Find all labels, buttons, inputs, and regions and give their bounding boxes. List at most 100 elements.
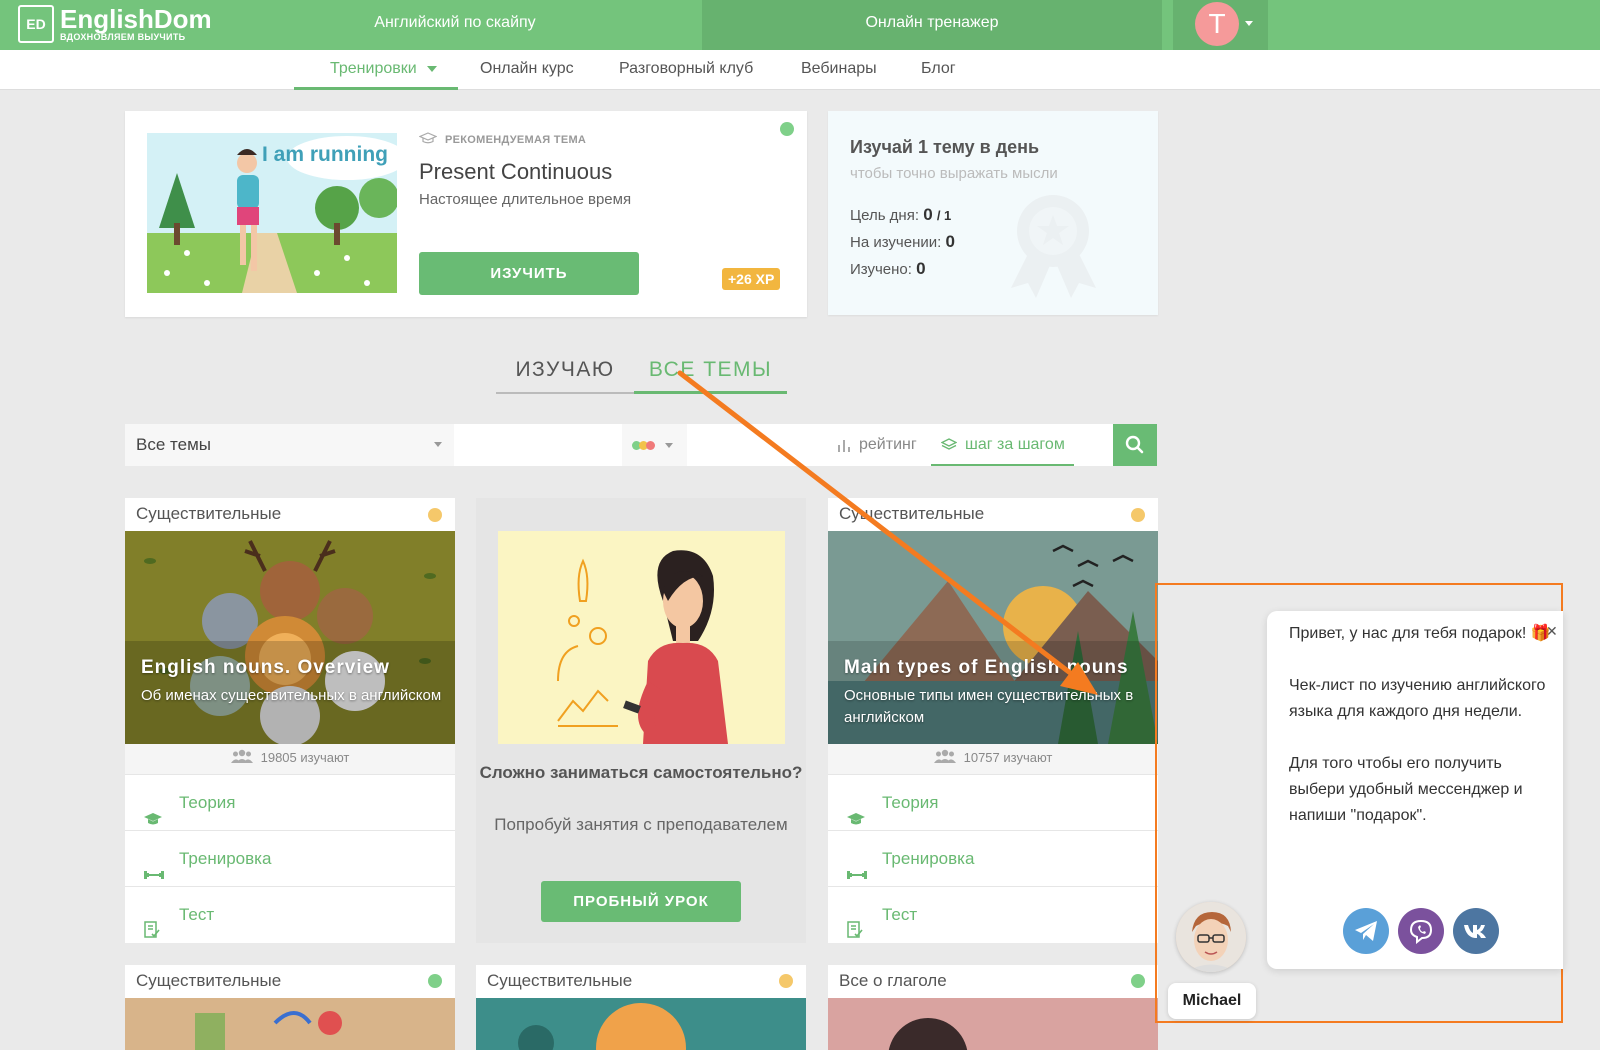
featured-title: Present Continuous <box>419 159 613 184</box>
people-icon <box>230 745 253 773</box>
agent-avatar[interactable] <box>1176 902 1246 972</box>
goal-subtitle: чтобы точно выражать мысли <box>850 165 1058 182</box>
topic-card[interactable]: Существительные <box>476 965 806 1050</box>
recommended-label: РЕКОМЕНДУЕМАЯ ТЕМА <box>418 132 586 147</box>
subnav-speaking-club[interactable]: Разговорный клуб <box>619 50 753 90</box>
topic-description: Основные типы имен существительных в анг… <box>844 687 1134 726</box>
subnav-webinars[interactable]: Вебинары <box>801 50 877 90</box>
card-category: Существительные <box>839 504 985 523</box>
viber-button[interactable] <box>1398 908 1444 954</box>
topic-title: English nouns. Overview <box>141 657 390 678</box>
agent-name: Michael <box>1168 983 1256 1019</box>
status-dot <box>1131 508 1145 522</box>
topic-image <box>828 998 1158 1050</box>
nav-online-trainer[interactable]: Онлайн тренажер <box>702 0 1162 50</box>
chat-message: Привет, у нас для тебя подарок! 🎁 Чек-ли… <box>1289 621 1554 855</box>
card-category: Существительные <box>487 971 633 990</box>
topic-description: Об именах существительных в английском <box>141 687 442 704</box>
search-icon <box>1125 435 1144 454</box>
topic-title: Main types of English nouns <box>844 657 1129 678</box>
goal-studying: На изучении: 0 <box>850 232 955 251</box>
test-link[interactable]: Тест <box>125 886 455 942</box>
training-link[interactable]: Тренировка <box>828 830 1158 886</box>
test-link[interactable]: Тест <box>828 886 1158 942</box>
tab-all-topics[interactable]: ВСЕ ТЕМЫ <box>634 358 787 394</box>
trial-lesson-button[interactable]: ПРОБНЫЙ УРОК <box>541 881 741 922</box>
chevron-down-icon[interactable] <box>1245 21 1253 26</box>
vk-icon <box>1464 925 1486 938</box>
telegram-button[interactable] <box>1343 908 1389 954</box>
sub-nav: Тренировки Онлайн курс Разговорный клуб … <box>0 50 1600 90</box>
trial-lesson-card: Сложно заниматься самостоятельно? Попроб… <box>476 498 806 943</box>
goal-title: Изучай 1 тему в день <box>850 137 1040 157</box>
chevron-down-icon <box>426 65 437 72</box>
chat-popup: ✕ Привет, у нас для тебя подарок! 🎁 Чек-… <box>1267 611 1563 969</box>
promo-subtitle: Попробуй занятия с преподавателем <box>494 815 788 834</box>
chat-paragraph: Для того чтобы его получить выбери удобн… <box>1289 755 1523 824</box>
goal-day: Цель дня: 0 / 1 <box>850 205 952 224</box>
topic-image <box>476 998 806 1050</box>
user-menu[interactable]: T <box>1173 0 1268 50</box>
study-button[interactable]: ИЗУЧИТЬ <box>419 252 639 295</box>
level-dot-hard <box>646 441 655 450</box>
status-dot <box>428 974 442 988</box>
featured-image-caption: I am running <box>262 143 388 166</box>
checklist-icon <box>846 906 864 943</box>
subnav-blog[interactable]: Блог <box>921 50 956 90</box>
chevron-down-icon <box>665 443 673 448</box>
logo-icon: ED <box>18 5 54 43</box>
status-dot <box>780 122 794 136</box>
medal-icon <box>996 193 1111 303</box>
status-dot <box>428 508 442 522</box>
viber-icon <box>1409 919 1433 944</box>
topic-image: English nouns. Overview Об именах сущест… <box>125 531 455 744</box>
topic-image <box>125 998 455 1050</box>
teacher-illustration <box>498 531 785 744</box>
topic-card[interactable]: Существительные <box>125 965 455 1050</box>
category-select[interactable]: Все темы <box>125 424 454 466</box>
checklist-icon <box>143 906 161 943</box>
promo-title: Сложно заниматься самостоятельно? <box>479 763 803 782</box>
vk-button[interactable] <box>1453 908 1499 954</box>
topic-card[interactable]: Все о глаголе <box>828 965 1158 1050</box>
featured-topic-image: I am running <box>147 133 397 293</box>
subnav-trainings[interactable]: Тренировки <box>294 50 458 90</box>
card-category: Все о глаголе <box>839 971 947 990</box>
chat-greeting: Привет, у нас для тебя подарок! 🎁 <box>1289 625 1551 642</box>
xp-badge: +26 XP <box>722 268 781 290</box>
subnav-online-course[interactable]: Онлайн курс <box>480 50 574 90</box>
top-bar: ED EnglishDom ВДОХНОВЛЯЕМ ВЫУЧИТЬ Англий… <box>0 0 1600 50</box>
chat-paragraph: Чек-лист по изучению английского языка д… <box>1289 677 1546 720</box>
layers-icon <box>940 438 958 450</box>
search-button[interactable] <box>1113 424 1157 466</box>
learners-count: 19805 изучают <box>125 744 455 774</box>
nav-skype[interactable]: Английский по скайпу <box>290 0 620 50</box>
logo-title: EnglishDom <box>60 4 212 34</box>
filter-bar: Все темы рейтинг шаг за шагом <box>125 424 1157 466</box>
sort-step-by-step[interactable]: шаг за шагом <box>931 424 1074 466</box>
tab-studying[interactable]: ИЗУЧАЮ <box>496 358 634 394</box>
chevron-down-icon <box>434 442 442 447</box>
logo[interactable]: ED EnglishDom ВДОХНОВЛЯЕМ ВЫУЧИТЬ <box>18 5 212 43</box>
card-category: Существительные <box>136 971 282 990</box>
sort-rating[interactable]: рейтинг <box>837 424 917 466</box>
graduation-cap-icon <box>418 132 438 147</box>
status-dot <box>779 974 793 988</box>
avatar[interactable]: T <box>1195 2 1239 46</box>
daily-goal-card: Изучай 1 тему в день чтобы точно выражат… <box>828 111 1158 315</box>
search-input[interactable] <box>454 424 622 466</box>
level-select[interactable] <box>622 424 687 466</box>
featured-topic-card: I am running РЕКОМЕНДУЕМАЯ ТЕМА Present … <box>125 111 807 317</box>
theory-link[interactable]: Теория <box>828 774 1158 830</box>
featured-subtitle: Настоящее длительное время <box>419 191 632 208</box>
people-icon <box>933 745 956 773</box>
theory-link[interactable]: Теория <box>125 774 455 830</box>
topic-card[interactable]: Существительные English nouns. Overview … <box>125 498 455 943</box>
training-link[interactable]: Тренировка <box>125 830 455 886</box>
topic-image: Main types of English nouns Основные тип… <box>828 531 1158 744</box>
learners-count: 10757 изучают <box>828 744 1158 774</box>
topic-card[interactable]: Существительные Main types of English no… <box>828 498 1158 943</box>
card-category: Существительные <box>136 504 282 523</box>
goal-learned: Изучено: 0 <box>850 259 926 278</box>
status-dot <box>1131 974 1145 988</box>
